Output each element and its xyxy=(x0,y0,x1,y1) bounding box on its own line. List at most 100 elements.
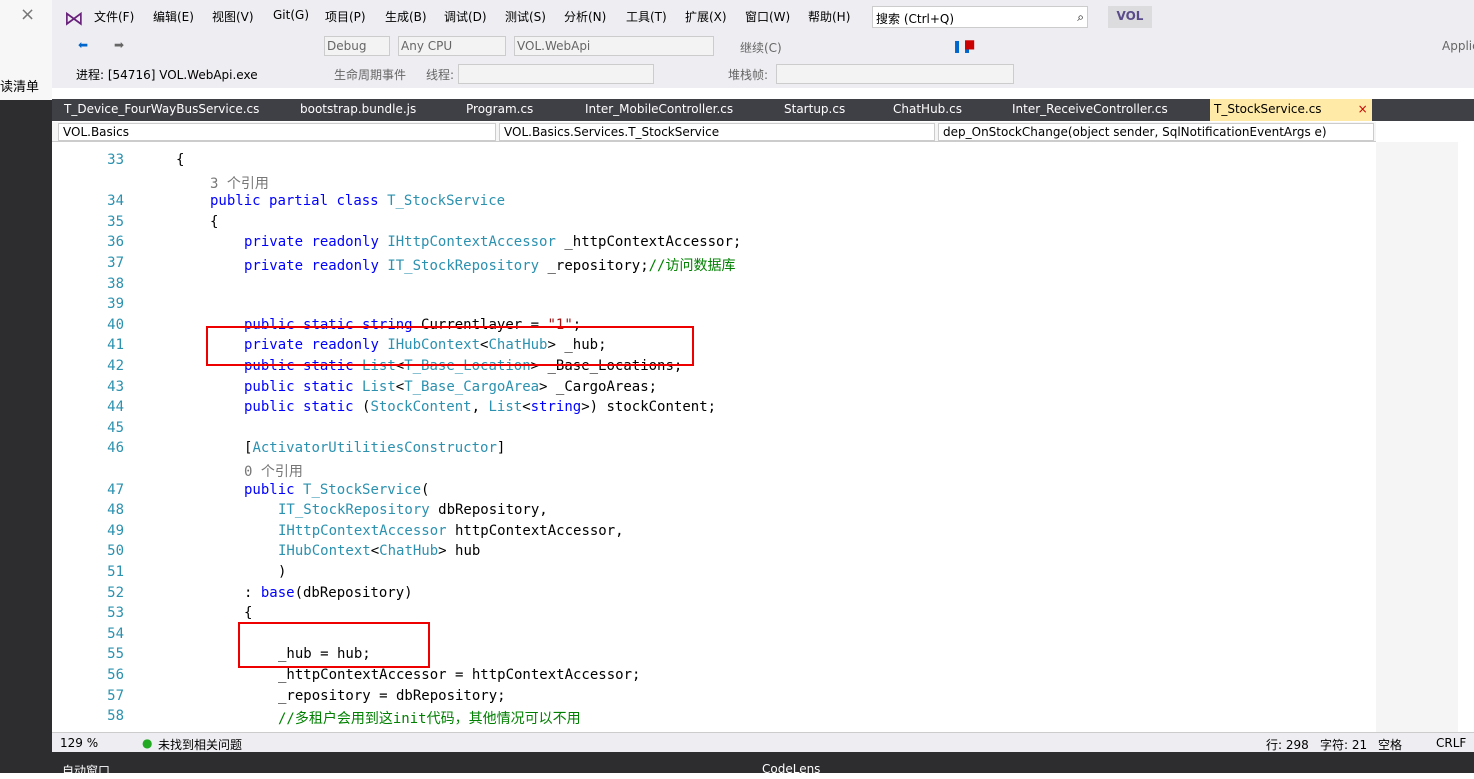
type-nav-select[interactable]: VOL.Basics.Services.T_StockService xyxy=(499,123,935,141)
menu-window[interactable]: 窗口(W) xyxy=(745,8,790,25)
code-line[interactable]: public static List<T_Base_CargoArea> _Ca… xyxy=(244,379,657,399)
close-tab-icon[interactable]: × xyxy=(1358,102,1368,116)
tab-device-service[interactable]: T_Device_FourWayBusService.cs xyxy=(64,102,259,116)
line-number: 55 xyxy=(107,646,124,663)
continue-button[interactable]: 继续(C) xyxy=(740,39,782,56)
menu-help[interactable]: 帮助(H) xyxy=(808,8,850,25)
line-number: 46 xyxy=(107,440,124,457)
tab-chathub[interactable]: ChatHub.cs xyxy=(893,102,962,116)
code-line[interactable]: : base(dbRepository) xyxy=(244,585,413,605)
line-number: 36 xyxy=(107,234,124,251)
line-number: 53 xyxy=(107,605,124,622)
reading-list-label[interactable]: 读清单 xyxy=(0,76,39,95)
code-line[interactable]: ) xyxy=(278,564,286,584)
tab-startup[interactable]: Startup.cs xyxy=(784,102,845,116)
config-select[interactable]: Debug xyxy=(324,36,390,56)
codelens-tab[interactable]: CodeLens xyxy=(762,762,820,776)
search-input[interactable]: 搜索 (Ctrl+Q) ⌕ xyxy=(872,6,1088,28)
code-line[interactable]: public partial class T_StockService xyxy=(210,193,505,213)
char-label: 字符: 21 xyxy=(1320,738,1368,752)
menu-edit[interactable]: 编辑(E) xyxy=(153,8,194,25)
line-number: 50 xyxy=(107,543,124,560)
stop-icon[interactable]: ■ xyxy=(964,37,975,51)
line-number xyxy=(94,173,124,193)
auto-window-tab[interactable]: 自动窗口 xyxy=(62,762,110,779)
line-number: 48 xyxy=(107,502,124,519)
process-label[interactable]: 进程: [54716] VOL.WebApi.exe xyxy=(76,66,258,83)
code-line[interactable]: public static (StockContent, List<string… xyxy=(244,399,716,419)
tab-mobile-controller[interactable]: Inter_MobileController.cs xyxy=(585,102,733,116)
thread-select[interactable] xyxy=(458,64,654,84)
code-line[interactable]: { xyxy=(210,214,218,234)
menu-file[interactable]: 文件(F) xyxy=(94,8,134,25)
highlight-box xyxy=(206,326,694,366)
member-nav-select[interactable]: dep_OnStockChange(object sender, SqlNoti… xyxy=(938,123,1374,141)
line-number: 54 xyxy=(107,625,124,642)
line-number: 56 xyxy=(107,667,124,683)
menu-tools[interactable]: 工具(T) xyxy=(626,8,667,25)
application-label: Applic xyxy=(1442,39,1474,53)
code-line[interactable]: _httpContextAccessor = httpContextAccess… xyxy=(278,667,640,687)
project-nav-select[interactable]: VOL.Basics xyxy=(58,123,496,141)
lifecycle-events[interactable]: 生命周期事件 xyxy=(334,66,406,83)
menu-project[interactable]: 项目(P) xyxy=(325,8,366,25)
line-number: 35 xyxy=(107,213,124,230)
tab-receive-controller[interactable]: Inter_ReceiveController.cs xyxy=(1012,102,1168,116)
code-line[interactable]: { xyxy=(176,152,184,172)
menu-debug[interactable]: 调试(D) xyxy=(444,8,487,25)
search-icon: ⌕ xyxy=(1077,10,1084,24)
menu-extensions[interactable]: 扩展(X) xyxy=(685,8,727,25)
code-line[interactable]: //多租户会用到这init代码，其他情况可以不用 xyxy=(278,708,581,728)
back-icon[interactable]: ⬅ xyxy=(78,38,88,52)
line-number: 41 xyxy=(107,337,124,354)
line-number: 40 xyxy=(107,316,124,333)
code-line[interactable]: _repository = dbRepository; xyxy=(278,688,506,708)
tab-bootstrap[interactable]: bootstrap.bundle.js xyxy=(300,102,416,116)
project-select[interactable]: VOL.WebApi xyxy=(514,36,714,56)
line-number: 42 xyxy=(107,358,124,374)
code-line[interactable]: 0 个引用 xyxy=(244,461,303,481)
menu-bar: ⋈ 文件(F) 编辑(E) 视图(V) Git(G) 项目(P) 生成(B) 调… xyxy=(52,0,1474,34)
line-label: 行: 298 xyxy=(1266,738,1309,752)
tab-program[interactable]: Program.cs xyxy=(466,102,533,116)
visual-studio-icon[interactable]: ⋈ xyxy=(64,6,84,30)
code-line[interactable]: private readonly IT_StockRepository _rep… xyxy=(244,255,735,275)
line-number: 57 xyxy=(107,687,124,704)
zoom-select[interactable]: 129 % xyxy=(60,736,98,750)
check-icon: ● xyxy=(142,736,153,750)
menu-view[interactable]: 视图(V) xyxy=(212,8,254,25)
stack-frame-label: 堆栈帧: xyxy=(728,68,769,82)
close-icon[interactable]: × xyxy=(20,4,35,25)
line-number: 33 xyxy=(107,152,124,168)
left-dark-panel xyxy=(0,100,52,773)
minimap[interactable] xyxy=(1376,142,1458,732)
tab-stock-service[interactable]: T_StockService.cs × xyxy=(1210,99,1372,121)
line-number: 52 xyxy=(107,584,124,601)
toolbar: ⬅ ➡ Debug Any CPU VOL.WebApi 继续(C) ❚❚ ■ Ap… xyxy=(52,34,1474,88)
code-line[interactable]: IHttpContextAccessor httpContextAccessor… xyxy=(278,523,624,543)
space-label: 空格 xyxy=(1378,738,1403,752)
code-line[interactable]: IHubContext<ChatHub> hub xyxy=(278,543,480,563)
code-line[interactable]: private readonly IHttpContextAccessor _h… xyxy=(244,234,741,254)
forward-icon[interactable]: ➡ xyxy=(114,38,124,52)
line-number: 45 xyxy=(107,419,124,436)
line-number: 49 xyxy=(107,522,124,539)
stack-frame-select[interactable] xyxy=(776,64,1014,84)
line-number: 43 xyxy=(107,378,124,395)
status-bar: 129 % ● 未找到相关问题 行: 298 字符: 21 空格 CRLF xyxy=(52,732,1474,752)
line-number: 38 xyxy=(107,275,124,292)
eol-label: CRLF xyxy=(1436,736,1467,750)
line-number: 47 xyxy=(107,481,124,498)
code-line[interactable]: IT_StockRepository dbRepository, xyxy=(278,502,548,522)
issues-label[interactable]: 未找到相关问题 xyxy=(158,736,242,753)
menu-build[interactable]: 生成(B) xyxy=(385,8,427,25)
code-line[interactable]: public T_StockService( xyxy=(244,482,429,502)
menu-git[interactable]: Git(G) xyxy=(273,8,309,22)
line-number: 39 xyxy=(107,296,124,313)
code-editor[interactable]: 33 {3 个引用 34 public partial class T_StockSe… xyxy=(52,142,1376,732)
code-line[interactable]: 3 个引用 xyxy=(210,173,269,193)
code-line[interactable]: [ActivatorUtilitiesConstructor] xyxy=(244,440,505,460)
menu-test[interactable]: 测试(S) xyxy=(505,8,546,25)
platform-select[interactable]: Any CPU xyxy=(398,36,506,56)
menu-analyze[interactable]: 分析(N) xyxy=(564,8,606,25)
